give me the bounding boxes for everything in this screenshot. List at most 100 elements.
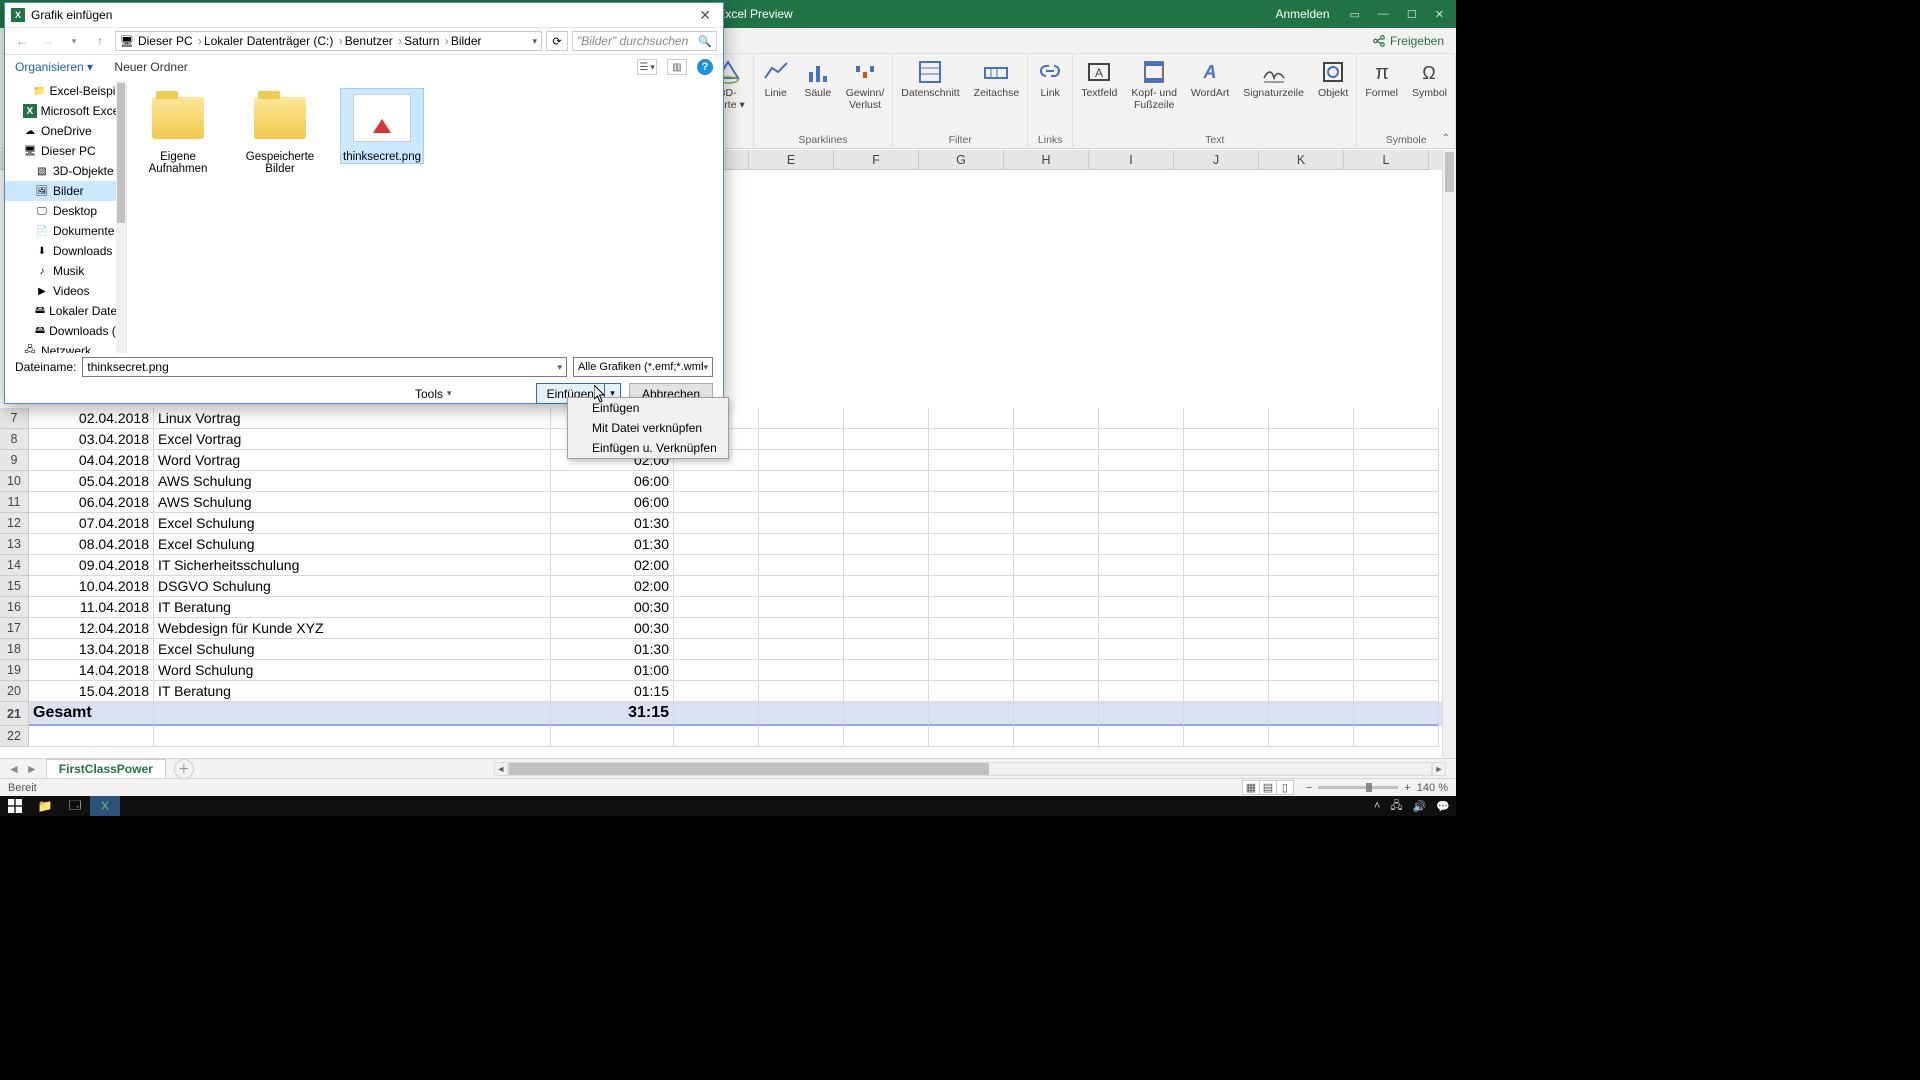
- slicer-icon[interactable]: Datenschnitt: [901, 58, 959, 100]
- view-break-icon[interactable]: ▯: [1276, 780, 1294, 795]
- nav-up-icon[interactable]: ↑: [89, 34, 111, 48]
- column-header[interactable]: I: [1089, 150, 1174, 170]
- table-row[interactable]: 1207.04.2018Excel Schulung01:30: [0, 513, 1442, 534]
- tree-item[interactable]: ☁OneDrive: [5, 121, 126, 141]
- tools-menu[interactable]: Tools ▾: [415, 387, 452, 401]
- taskbar-explorer-icon[interactable]: 📁: [30, 796, 60, 816]
- file-list[interactable]: Eigene AufnahmenGespeicherte Bilder think…: [127, 81, 723, 353]
- table-row[interactable]: 1914.04.2018Word Schulung01:00: [0, 660, 1442, 681]
- table-row[interactable]: 1106.04.2018AWS Schulung06:00: [0, 492, 1442, 513]
- column-header[interactable]: G: [919, 150, 1004, 170]
- windows-taskbar[interactable]: 📁 🗔 X ˄ 🖧 🔊 💬: [0, 796, 1456, 816]
- share-button[interactable]: Freigeben: [1372, 34, 1444, 48]
- table-row[interactable]: 1813.04.2018Excel Schulung01:30: [0, 639, 1442, 660]
- view-layout-icon[interactable]: ▤: [1259, 780, 1277, 795]
- breadcrumb-item[interactable]: Bilder: [451, 34, 486, 48]
- table-row[interactable]: 2015.04.2018IT Beratung01:15: [0, 681, 1442, 702]
- zoom-out-icon[interactable]: −: [1306, 782, 1312, 794]
- start-button[interactable]: [0, 796, 30, 816]
- folder-tree[interactable]: 📁Excel-BeispieleXMicrosoft Excel☁OneDriv…: [5, 81, 127, 353]
- column-header[interactable]: E: [749, 150, 834, 170]
- tree-item[interactable]: 🖵Desktop: [5, 201, 126, 221]
- symbol-icon[interactable]: ΩSymbol: [1412, 58, 1447, 100]
- breadcrumb-item[interactable]: Lokaler Datenträger (C:): [204, 34, 345, 48]
- tree-item[interactable]: ⬇Downloads: [5, 241, 126, 261]
- tree-item[interactable]: 📄Dokumente: [5, 221, 126, 241]
- nav-back-icon[interactable]: ←: [11, 34, 33, 48]
- taskbar-app-icon[interactable]: 🗔: [60, 796, 90, 816]
- tree-item[interactable]: 🖴Downloads (\\vt: [5, 321, 126, 341]
- timeline-icon[interactable]: Zeitachse: [974, 58, 1020, 100]
- tree-item[interactable]: 🖴Lokaler Datenträ: [5, 301, 126, 321]
- equation-icon[interactable]: πFormel: [1365, 58, 1398, 100]
- link-icon[interactable]: Link: [1036, 58, 1064, 100]
- table-row[interactable]: 1308.04.2018Excel Schulung01:30: [0, 534, 1442, 555]
- winloss-icon[interactable]: Gewinn/Verlust: [846, 58, 885, 111]
- window-minimize-icon[interactable]: —: [1378, 8, 1389, 21]
- search-input[interactable]: "Bilder" durchsuchen🔍: [572, 31, 717, 51]
- window-ribbon-options-icon[interactable]: ▭: [1350, 8, 1360, 21]
- horizontal-scrollbar[interactable]: ◄►: [494, 762, 1446, 776]
- column-header[interactable]: J: [1174, 150, 1259, 170]
- sheet-tab[interactable]: FirstClassPower: [46, 759, 166, 778]
- menu-item[interactable]: Einfügen: [568, 398, 728, 418]
- dialog-close-icon[interactable]: ✕: [693, 7, 717, 24]
- total-row[interactable]: 21Gesamt31:15: [0, 702, 1442, 726]
- signature-icon[interactable]: Signaturzeile: [1243, 58, 1304, 111]
- tree-item[interactable]: 📁Excel-Beispiele: [5, 81, 126, 101]
- column-header[interactable]: H: [1004, 150, 1089, 170]
- vertical-scrollbar[interactable]: [1442, 150, 1456, 758]
- refresh-icon[interactable]: ⟳: [546, 31, 568, 51]
- textbox-icon[interactable]: ATextfeld: [1081, 58, 1117, 111]
- file-item[interactable]: thinksecret.png: [341, 89, 423, 163]
- address-bar[interactable]: 🖥 Dieser PCLokaler Datenträger (C:)Benut…: [115, 31, 542, 51]
- add-sheet-button[interactable]: ＋: [174, 759, 194, 779]
- folder-item[interactable]: Eigene Aufnahmen: [137, 89, 219, 175]
- wordart-icon[interactable]: AWordArt: [1191, 58, 1229, 111]
- table-row[interactable]: 1409.04.2018IT Sicherheitsschulung02:00: [0, 555, 1442, 576]
- tree-scrollbar[interactable]: [116, 81, 126, 353]
- menu-item[interactable]: Mit Datei verknüpfen: [568, 418, 728, 438]
- folder-item[interactable]: Gespeicherte Bilder: [239, 89, 321, 175]
- column-header[interactable]: L: [1344, 150, 1429, 170]
- tree-item[interactable]: ▶Videos: [5, 281, 126, 301]
- column-header[interactable]: K: [1259, 150, 1344, 170]
- dialog-titlebar[interactable]: XGrafik einfügen ✕: [5, 3, 723, 27]
- table-row[interactable]: 1510.04.2018DSGVO Schulung02:00: [0, 576, 1442, 597]
- sheet-nav-prev-icon[interactable]: ◄: [8, 762, 20, 776]
- column-header[interactable]: F: [834, 150, 919, 170]
- nav-history-icon[interactable]: ▾: [63, 36, 85, 47]
- table-row[interactable]: 1611.04.2018IT Beratung00:30: [0, 597, 1442, 618]
- zoom-level[interactable]: 140 %: [1417, 782, 1448, 794]
- tray-expand-icon[interactable]: ˄: [1374, 800, 1380, 812]
- menu-item[interactable]: Einfügen u. Verknüpfen: [568, 438, 728, 458]
- tree-item[interactable]: ♪Musik: [5, 261, 126, 281]
- nav-forward-icon[interactable]: →: [37, 34, 59, 48]
- window-maximize-icon[interactable]: ☐: [1407, 8, 1417, 21]
- tray-volume-icon[interactable]: 🔊: [1413, 800, 1427, 813]
- tree-item[interactable]: ▧3D-Objekte: [5, 161, 126, 181]
- collapse-ribbon-icon[interactable]: ⌃: [1442, 133, 1450, 144]
- view-mode-button[interactable]: ☰▾: [637, 59, 657, 75]
- help-icon[interactable]: ?: [697, 59, 713, 75]
- table-row[interactable]: 1712.04.2018Webdesign für Kunde XYZ00:30: [0, 618, 1442, 639]
- preview-pane-button[interactable]: ▥: [667, 59, 687, 75]
- signin-link[interactable]: Anmelden: [1275, 7, 1329, 21]
- window-close-icon[interactable]: ✕: [1435, 8, 1444, 21]
- tray-notification-icon[interactable]: 💬: [1436, 800, 1450, 813]
- header-footer-icon[interactable]: Kopf- undFußzeile: [1131, 58, 1177, 111]
- zoom-in-icon[interactable]: +: [1404, 782, 1410, 794]
- tree-item[interactable]: XMicrosoft Excel: [5, 101, 126, 121]
- breadcrumb-item[interactable]: Benutzer: [345, 34, 404, 48]
- tree-item[interactable]: 🖼Bilder: [5, 181, 126, 201]
- filename-input[interactable]: thinksecret.png▾: [82, 357, 567, 377]
- tree-item[interactable]: 🖧Netzwerk: [5, 341, 126, 353]
- sheet-nav-next-icon[interactable]: ►: [26, 762, 38, 776]
- zoom-slider[interactable]: [1318, 786, 1398, 789]
- object-icon[interactable]: Objekt: [1318, 58, 1348, 111]
- tray-network-icon[interactable]: 🖧: [1390, 797, 1402, 816]
- table-row[interactable]: 22: [0, 726, 1442, 747]
- insert-options-menu[interactable]: EinfügenMit Datei verknüpfenEinfügen u. …: [567, 397, 729, 459]
- line-icon[interactable]: Linie: [762, 58, 790, 111]
- view-normal-icon[interactable]: ▦: [1242, 780, 1260, 795]
